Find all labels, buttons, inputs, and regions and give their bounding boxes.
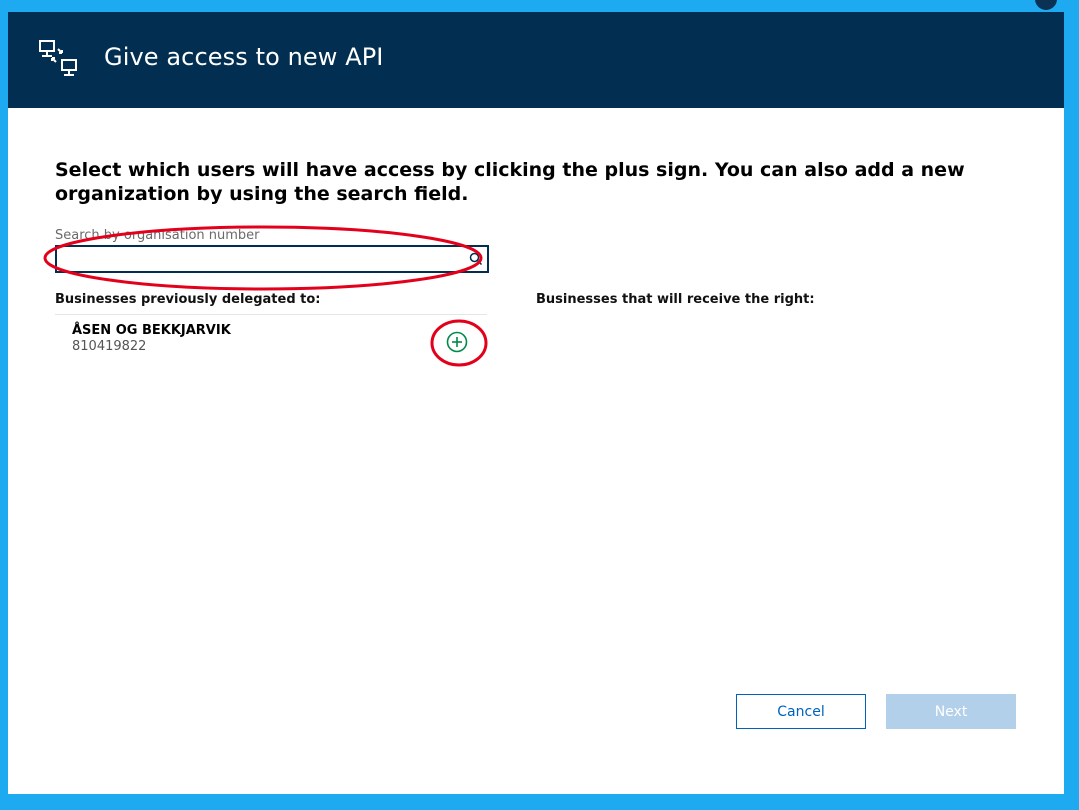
search-input[interactable] [57,247,469,271]
add-circle-icon [446,331,468,353]
corner-badge [1035,0,1057,10]
previously-delegated-heading: Businesses previously delegated to: [55,292,321,307]
dialog-header: Give access to new API [8,12,1064,108]
org-number: 810419822 [72,339,147,354]
api-delegation-icon [39,40,77,76]
add-organization-button[interactable] [445,330,469,354]
search-label: Search by organisation number [55,228,260,243]
search-icon[interactable] [469,252,483,266]
search-field[interactable] [55,245,489,273]
org-name: ÅSEN OG BEKKJARVIK [72,323,231,338]
next-button[interactable]: Next [886,694,1016,729]
cancel-button[interactable]: Cancel [736,694,866,729]
receive-right-heading: Businesses that will receive the right: [536,292,815,307]
list-item: ÅSEN OG BEKKJARVIK 810419822 [55,315,487,367]
dialog-title: Give access to new API [104,43,384,71]
instructions-text: Select which users will have access by c… [55,159,965,205]
give-access-dialog: Give access to new API Select which user… [8,12,1064,794]
